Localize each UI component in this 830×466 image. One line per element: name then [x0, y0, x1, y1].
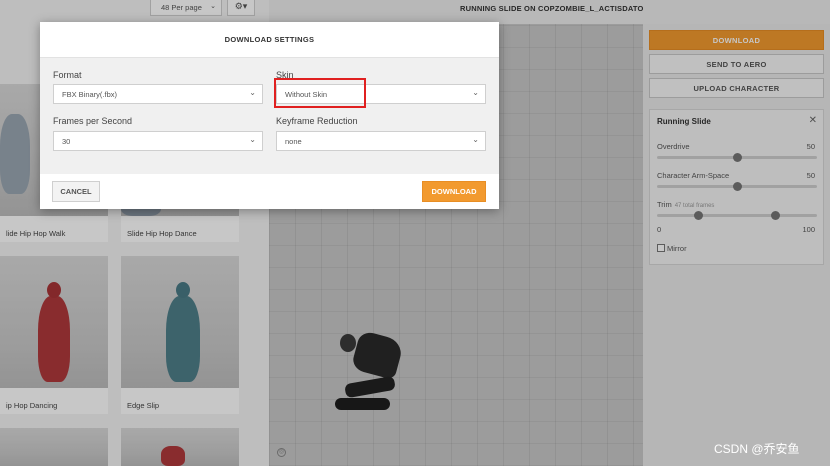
chevron-down-icon: ⌄ — [249, 88, 256, 97]
annotation-highlight-box — [274, 78, 366, 108]
download-button[interactable]: DOWNLOAD — [422, 181, 486, 202]
chevron-down-icon: ⌄ — [472, 88, 479, 97]
chevron-down-icon: ⌄ — [249, 135, 256, 144]
format-label: Format — [53, 70, 82, 80]
fps-value: 30 — [62, 137, 71, 146]
keyframe-reduction-label: Keyframe Reduction — [276, 116, 358, 126]
fps-label: Frames per Second — [53, 116, 133, 126]
fps-select[interactable]: 30 ⌄ — [53, 131, 263, 151]
dialog-header: DOWNLOAD SETTINGS — [40, 22, 499, 58]
cancel-button[interactable]: CANCEL — [52, 181, 100, 202]
download-settings-dialog: DOWNLOAD SETTINGS Format FBX Binary(.fbx… — [40, 22, 499, 209]
format-value: FBX Binary(.fbx) — [62, 90, 118, 99]
dialog-body: Format FBX Binary(.fbx) ⌄ Skin Without S… — [40, 58, 499, 174]
format-select[interactable]: FBX Binary(.fbx) ⌄ — [53, 84, 263, 104]
dialog-footer: CANCEL DOWNLOAD — [40, 174, 499, 209]
keyframe-reduction-select[interactable]: none ⌄ — [276, 131, 486, 151]
keyframe-reduction-value: none — [285, 137, 302, 146]
watermark: CSDN @乔安鱼 — [714, 442, 800, 456]
chevron-down-icon: ⌄ — [472, 135, 479, 144]
dialog-title: DOWNLOAD SETTINGS — [224, 35, 315, 44]
